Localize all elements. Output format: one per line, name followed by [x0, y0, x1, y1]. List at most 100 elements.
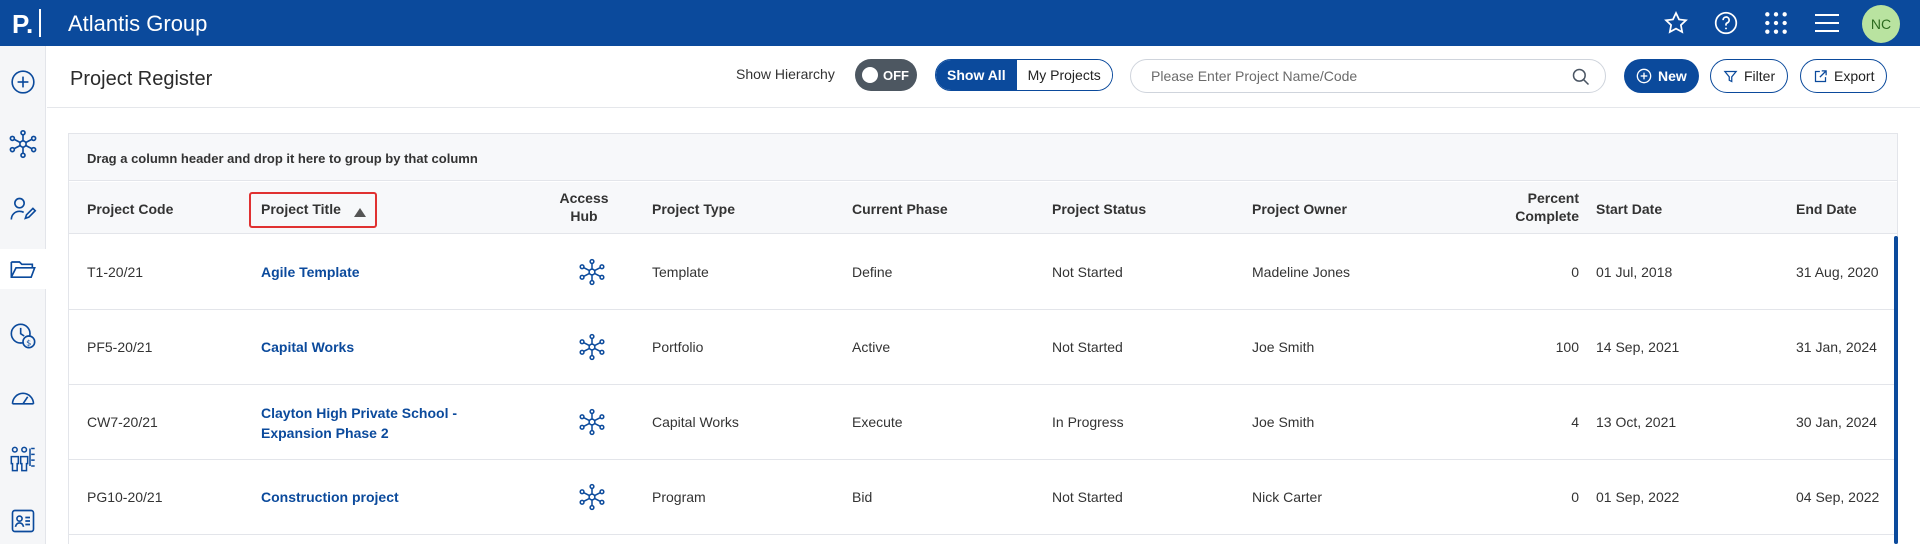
- cell-percent-complete: 4: [1571, 414, 1579, 430]
- cell-project-type: Capital Works: [652, 414, 739, 430]
- cell-start-date: 14 Sep, 2021: [1596, 339, 1680, 355]
- header-percent-complete[interactable]: Percent Complete: [1499, 189, 1579, 225]
- cell-project-code: CW7-20/21: [87, 414, 158, 430]
- cell-current-phase: Bid: [852, 489, 873, 505]
- cell-current-phase: Active: [852, 339, 891, 355]
- grid-header: Project Code Project Title Access Hub Pr…: [69, 182, 1897, 234]
- cell-percent-complete: 100: [1555, 339, 1579, 355]
- user-avatar[interactable]: NC: [1862, 5, 1900, 43]
- export-label: Export: [1834, 68, 1875, 84]
- export-icon: [1814, 69, 1827, 82]
- group-drop-zone[interactable]: Drag a column header and drop it here to…: [69, 134, 1897, 181]
- dashboard-gauge-icon[interactable]: [0, 378, 46, 418]
- sort-ascending-icon[interactable]: [354, 204, 366, 220]
- search-icon[interactable]: [1571, 67, 1591, 92]
- header-start-date[interactable]: Start Date: [1596, 201, 1662, 217]
- user-edit-icon[interactable]: [0, 189, 46, 229]
- app-logo[interactable]: P.: [12, 9, 33, 40]
- header-project-type[interactable]: Project Type: [652, 201, 735, 217]
- grid-scrollbar[interactable]: [1894, 236, 1898, 544]
- header-project-code[interactable]: Project Code: [87, 201, 173, 217]
- table-row[interactable]: PF5-20/21 Capital Works Portfolio Active…: [69, 310, 1897, 385]
- star-icon[interactable]: [1662, 9, 1690, 37]
- cell-project-title[interactable]: Capital Works: [261, 339, 354, 355]
- svg-text:$: $: [26, 337, 31, 347]
- cell-start-date: 01 Sep, 2022: [1596, 489, 1680, 505]
- cell-project-status: Not Started: [1052, 489, 1123, 505]
- table-row[interactable]: PG10-20/21 Construction project Program …: [69, 460, 1897, 535]
- header-project-status[interactable]: Project Status: [1052, 201, 1146, 217]
- folder-open-icon[interactable]: [0, 249, 46, 289]
- clock-dollar-icon[interactable]: $: [0, 316, 46, 356]
- project-scope-segment: Show All My Projects: [935, 59, 1113, 91]
- org-people-icon[interactable]: [0, 439, 46, 479]
- cell-end-date: 30 Jan, 2024: [1796, 414, 1877, 430]
- cell-project-code: T1-20/21: [87, 264, 144, 280]
- cell-current-phase: Execute: [852, 414, 903, 430]
- sidebar: $: [0, 46, 46, 544]
- filter-icon: [1723, 70, 1738, 83]
- cell-start-date: 01 Jul, 2018: [1596, 264, 1673, 280]
- cell-project-owner: Nick Carter: [1252, 489, 1323, 505]
- search-input[interactable]: [1151, 68, 1551, 84]
- cell-start-date: 13 Oct, 2021: [1596, 414, 1677, 430]
- cell-project-owner: Joe Smith: [1252, 339, 1315, 355]
- cell-end-date: 31 Jan, 2024: [1796, 339, 1877, 355]
- cell-project-status: Not Started: [1052, 339, 1123, 355]
- toggle-state: OFF: [883, 68, 909, 83]
- cell-project-title[interactable]: Construction project: [261, 489, 399, 505]
- plus-circle-icon: [1636, 68, 1652, 84]
- project-search: [1130, 59, 1606, 93]
- project-grid: Drag a column header and drop it here to…: [68, 133, 1898, 544]
- cell-project-type: Portfolio: [652, 339, 704, 355]
- header-end-date[interactable]: End Date: [1796, 201, 1857, 217]
- my-projects-button[interactable]: My Projects: [1016, 60, 1112, 90]
- app-title: Atlantis Group: [68, 11, 208, 36]
- cell-percent-complete: 0: [1571, 264, 1579, 280]
- page-title: Project Register: [70, 68, 213, 90]
- cell-project-code: PF5-20/21: [87, 339, 153, 355]
- hub-network-icon[interactable]: [578, 258, 606, 289]
- add-icon[interactable]: [0, 62, 46, 102]
- hub-network-icon[interactable]: [578, 408, 606, 439]
- cell-project-status: Not Started: [1052, 264, 1123, 280]
- menu-icon[interactable]: [1813, 9, 1841, 37]
- apps-grid-icon[interactable]: [1762, 9, 1790, 37]
- cell-project-code: PG10-20/21: [87, 489, 163, 505]
- table-row[interactable]: CW7-20/21 Clayton High Private School - …: [69, 385, 1897, 460]
- cell-percent-complete: 0: [1571, 489, 1579, 505]
- new-label: New: [1658, 68, 1687, 84]
- new-button[interactable]: New: [1624, 59, 1699, 93]
- top-bar: P. Atlantis Group NC: [0, 0, 1920, 46]
- cell-end-date: 04 Sep, 2022: [1796, 489, 1880, 505]
- show-all-button[interactable]: Show All: [936, 60, 1017, 90]
- cell-project-title[interactable]: Clayton High Private School - Expansion …: [261, 403, 481, 443]
- filter-label: Filter: [1744, 68, 1776, 84]
- page-header: Project Register Show Hierarchy OFF Show…: [47, 46, 1920, 108]
- hub-network-icon[interactable]: [578, 483, 606, 514]
- header-project-title[interactable]: Project Title: [261, 201, 341, 217]
- cell-project-title[interactable]: Agile Template: [261, 264, 360, 280]
- help-icon[interactable]: [1712, 9, 1740, 37]
- header-access-hub[interactable]: Access Hub: [556, 189, 612, 225]
- header-current-phase[interactable]: Current Phase: [852, 201, 948, 217]
- group-hint: Drag a column header and drop it here to…: [87, 151, 478, 166]
- cell-project-status: In Progress: [1052, 414, 1124, 430]
- toggle-knob: [862, 67, 878, 83]
- cell-project-owner: Joe Smith: [1252, 414, 1315, 430]
- header-project-owner[interactable]: Project Owner: [1252, 201, 1347, 217]
- hub-network-icon[interactable]: [578, 333, 606, 364]
- contact-card-icon[interactable]: [0, 501, 46, 541]
- cell-current-phase: Define: [852, 264, 893, 280]
- show-hierarchy-label: Show Hierarchy: [736, 66, 835, 82]
- hierarchy-toggle[interactable]: OFF: [855, 59, 917, 91]
- cell-project-type: Program: [652, 489, 706, 505]
- table-row[interactable]: T1-20/21 Agile Template Template Define …: [69, 235, 1897, 310]
- logo-divider: [39, 9, 41, 37]
- cell-end-date: 31 Aug, 2020: [1796, 264, 1879, 280]
- hub-network-icon[interactable]: [0, 124, 46, 164]
- filter-button[interactable]: Filter: [1710, 59, 1789, 93]
- cell-project-type: Template: [652, 264, 709, 280]
- cell-project-owner: Madeline Jones: [1252, 264, 1351, 280]
- export-button[interactable]: Export: [1800, 59, 1888, 93]
